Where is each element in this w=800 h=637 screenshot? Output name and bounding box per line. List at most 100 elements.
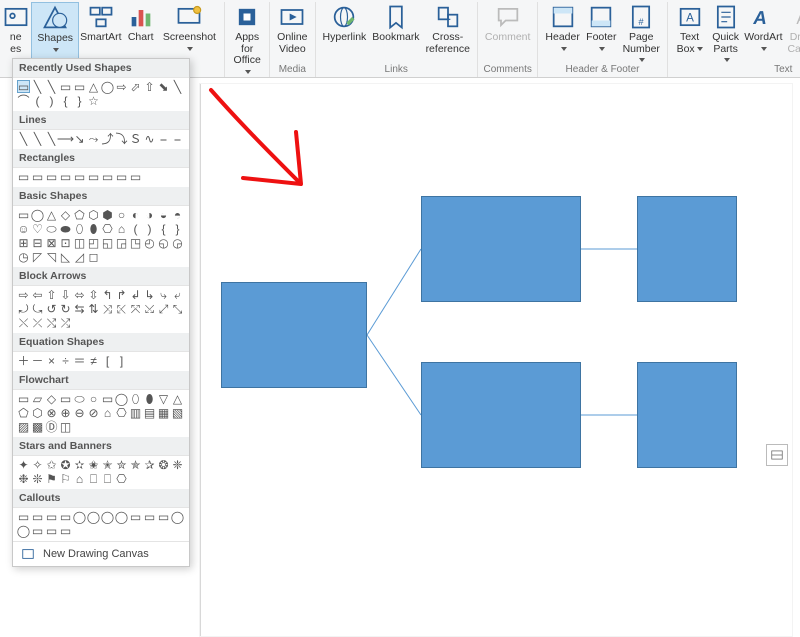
shape-option[interactable]: ↰ <box>101 288 114 301</box>
shape-option[interactable]: ✯ <box>129 458 142 471</box>
shape-option[interactable]: ▭ <box>17 392 30 405</box>
shape-option[interactable]: ↱ <box>115 288 128 301</box>
shape-option[interactable]: ⬮ <box>87 222 100 235</box>
shape-option[interactable]: ⌂ <box>73 472 86 485</box>
shapes-button[interactable]: Shapes <box>31 2 79 60</box>
new-drawing-canvas[interactable]: New Drawing Canvas <box>13 541 189 566</box>
page[interactable] <box>200 84 792 636</box>
shape-option[interactable]: ) <box>143 222 156 235</box>
shape-option[interactable]: ◺ <box>59 250 72 263</box>
shape-option[interactable]: ◐ <box>129 208 142 221</box>
diagram-rectangle[interactable] <box>637 362 737 468</box>
shape-option[interactable]: ✬ <box>87 458 100 471</box>
shape-option[interactable]: ⟶ <box>59 132 72 145</box>
flowchart-shapes[interactable]: ▭▱◇▭⬭○▭◯⬯⬮▽△⬠⬡⊗⊕⊖⊘⌂⎔▥▤▦▧▨▩Ⓓ◫ <box>13 390 189 437</box>
hyperlink-button[interactable]: Hyperlink <box>320 2 370 60</box>
shape-option[interactable]: ⇧ <box>45 288 58 301</box>
shape-option[interactable]: ◳ <box>129 236 142 249</box>
shape-option[interactable]: ÷ <box>59 354 72 367</box>
shape-option[interactable]: ⇦ <box>31 288 44 301</box>
shape-option[interactable]: ◱ <box>101 236 114 249</box>
shape-option[interactable]: ◯ <box>101 80 114 93</box>
shape-option[interactable]: △ <box>45 208 58 221</box>
shape-option[interactable]: ▭ <box>17 510 30 523</box>
chart-button[interactable]: Chart <box>123 2 159 60</box>
shape-option[interactable]: ♡ <box>31 222 44 235</box>
shape-option[interactable]: ▭ <box>59 392 72 405</box>
shape-option[interactable]: ◶ <box>171 236 184 249</box>
shape-option[interactable]: ⬠ <box>73 208 86 221</box>
shape-option[interactable]: ▱ <box>31 392 44 405</box>
shape-option[interactable]: ╲ <box>31 80 44 93</box>
shape-option[interactable]: ⬢ <box>101 208 114 221</box>
shape-option[interactable]: ⬯ <box>73 222 86 235</box>
shape-option[interactable]: ⤭ <box>45 316 58 329</box>
shape-option[interactable]: ▭ <box>59 510 72 523</box>
shape-option[interactable]: ⬀ <box>129 80 142 93</box>
shape-option[interactable]: ⤩ <box>143 302 156 315</box>
shape-option[interactable]: ▭ <box>45 170 58 183</box>
shape-option[interactable]: ❊ <box>31 472 44 485</box>
shape-option[interactable]: ⇧ <box>143 80 156 93</box>
shape-option[interactable]: ╲ <box>171 80 184 93</box>
shape-option[interactable]: ∿ <box>143 132 156 145</box>
shape-option[interactable]: － <box>31 354 44 367</box>
shape-option[interactable]: ⤢ <box>157 302 170 315</box>
recent-shapes[interactable]: ▭╲╲▭▭△◯⇨⬀⇧⬊╲⌒( ){}☆ <box>13 78 189 111</box>
shape-option[interactable]: ✧ <box>31 458 44 471</box>
shape-option[interactable]: ⤮ <box>59 316 72 329</box>
lines-shapes[interactable]: ╲╲╲⟶↘⤳⤴⤵Ｓ∿⎯⎯ <box>13 130 189 149</box>
shape-option[interactable]: ▦ <box>157 406 170 419</box>
shape-option[interactable]: ⇅ <box>87 302 100 315</box>
layout-options-button[interactable] <box>766 444 788 466</box>
shape-option[interactable]: ⎔ <box>115 472 128 485</box>
shape-option[interactable]: ⊡ <box>59 236 72 249</box>
shape-option[interactable]: ⤧ <box>129 302 142 315</box>
shape-option[interactable]: ▽ <box>157 392 170 405</box>
shape-option[interactable]: ▭ <box>17 208 30 221</box>
shape-option[interactable]: ○ <box>87 392 100 405</box>
shape-option[interactable]: ▭ <box>115 170 128 183</box>
shape-option[interactable]: ⌂ <box>115 222 128 235</box>
shape-option[interactable]: ▥ <box>129 406 142 419</box>
shape-option[interactable]: ◓ <box>171 208 184 221</box>
diagram-rectangle[interactable] <box>637 196 737 302</box>
shape-option[interactable]: ⎯ <box>171 132 184 145</box>
shape-option[interactable]: ❂ <box>157 458 170 471</box>
shape-option[interactable]: ⊟ <box>31 236 44 249</box>
shape-option[interactable]: ✰ <box>143 458 156 471</box>
shape-option[interactable]: ✮ <box>115 458 128 471</box>
shape-option[interactable]: ▭ <box>129 510 142 523</box>
shapes-dropdown[interactable]: Recently Used Shapes ▭╲╲▭▭△◯⇨⬀⇧⬊╲⌒( ){}☆… <box>12 58 190 567</box>
shape-option[interactable]: ▭ <box>31 170 44 183</box>
shape-option[interactable]: ▭ <box>31 524 44 537</box>
shape-option[interactable]: ▤ <box>143 406 156 419</box>
shape-option[interactable]: ✩ <box>45 458 58 471</box>
shape-option[interactable]: ◻ <box>87 250 100 263</box>
shape-option[interactable]: ▭ <box>157 510 170 523</box>
basic-shapes[interactable]: ▭◯△◇⬠⬡⬢○◐◑◒◓☺♡⬭⬬⬯⬮⎔⌂( ){}⊞⊟⊠⊡◫◰◱◲◳◴◵◶◷◸◹… <box>13 206 189 267</box>
shape-option[interactable]: ↲ <box>129 288 142 301</box>
shape-option[interactable]: ⚐ <box>59 472 72 485</box>
apps-button[interactable]: Apps for Office <box>229 2 265 60</box>
quickparts-button[interactable]: Quick Parts <box>708 2 744 60</box>
shape-option[interactable]: ⤵ <box>115 132 128 145</box>
shape-option[interactable]: ▭ <box>87 170 100 183</box>
shape-option[interactable]: ▭ <box>59 170 72 183</box>
shape-option[interactable]: ⬊ <box>157 80 170 93</box>
shape-option[interactable]: ╲ <box>17 132 30 145</box>
shape-option[interactable]: ▭ <box>59 524 72 537</box>
shape-option[interactable]: ◰ <box>87 236 100 249</box>
shape-option[interactable]: ⎯ <box>157 132 170 145</box>
shape-option[interactable]: ↺ <box>45 302 58 315</box>
shape-option[interactable]: ⤪ <box>115 302 128 315</box>
shape-option[interactable]: ↻ <box>59 302 72 315</box>
shape-option[interactable]: ⤾ <box>17 302 30 315</box>
shape-option[interactable]: ◿ <box>73 250 86 263</box>
shape-option[interactable]: ⤫ <box>31 316 44 329</box>
shape-option[interactable]: ▭ <box>17 170 30 183</box>
shape-option[interactable]: ⬬ <box>59 222 72 235</box>
shape-option[interactable]: ⤨ <box>101 302 114 315</box>
pagenumber-button[interactable]: # Page Number <box>620 2 663 60</box>
shape-option[interactable]: ＋ <box>17 354 30 367</box>
